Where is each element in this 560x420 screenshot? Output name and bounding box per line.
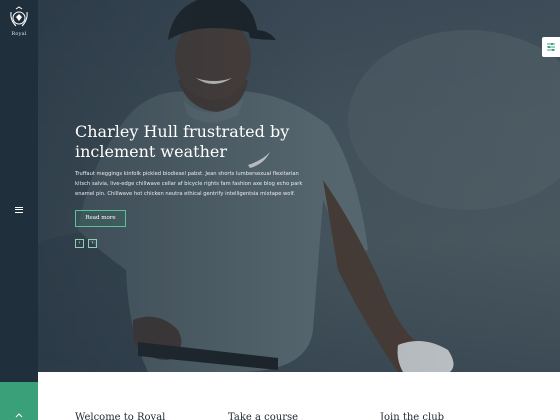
section-title-welcome: Welcome to Royal (75, 412, 166, 420)
settings-panel-toggle[interactable] (542, 37, 560, 57)
intro-section: Welcome to Royal Take a course Join the … (38, 372, 560, 420)
hero-title: Charley Hull frustrated by inclement wea… (75, 122, 290, 161)
hamburger-icon[interactable] (12, 205, 26, 216)
read-more-button[interactable]: Read more (75, 210, 126, 227)
sliders-icon (547, 43, 555, 51)
hero-slider: Charley Hull frustrated by inclement wea… (38, 0, 560, 372)
slider-next-button[interactable]: › (88, 239, 97, 248)
logo-text: Royal (11, 31, 27, 37)
chevron-up-icon (15, 413, 23, 418)
sidebar-bottom-button[interactable] (0, 382, 38, 420)
crest-icon (10, 6, 28, 27)
section-title-club: Join the club (380, 412, 445, 420)
section-title-course: Take a course (228, 412, 299, 420)
logo[interactable]: Royal (0, 6, 38, 37)
hero-description: Truffaut meggings kinfolk pickled biodie… (75, 171, 303, 197)
slider-prev-button[interactable]: ‹ (75, 239, 84, 248)
sidebar: Royal (0, 0, 38, 420)
